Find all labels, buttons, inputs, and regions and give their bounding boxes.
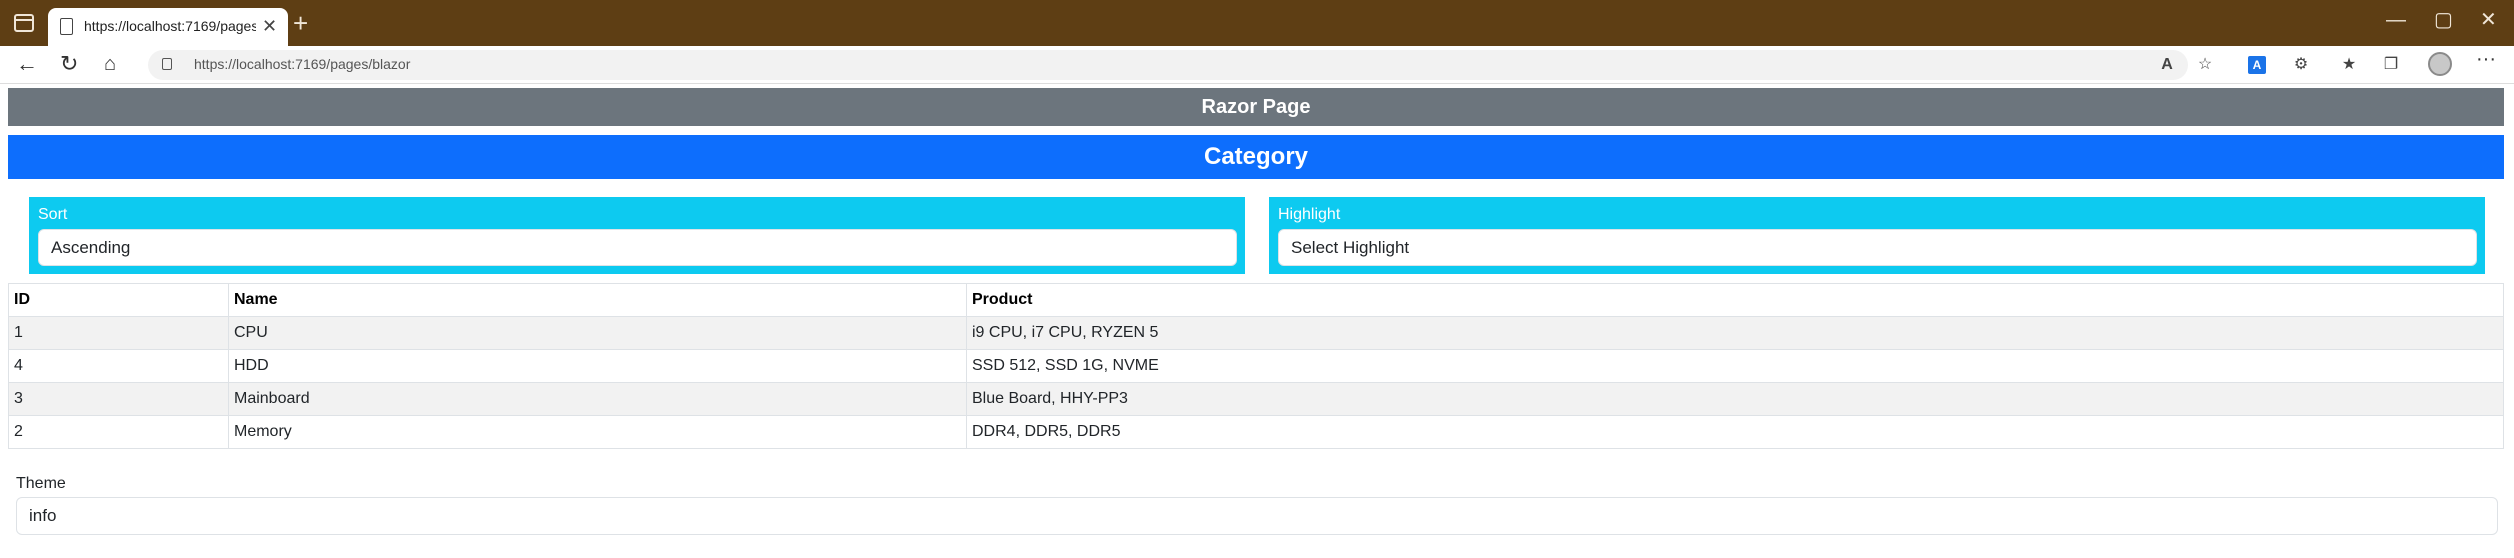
close-window-button[interactable]: ✕ [2480,6,2497,34]
theme-input[interactable]: info [16,497,2498,535]
highlight-label: Highlight [1278,206,1341,223]
cell-name: HDD [228,349,967,383]
browser-toolbar: ← ↻ ⌂ https://localhost:7169/pages/blazo… [0,46,2514,84]
minimize-button[interactable]: — [2386,6,2406,34]
highlight-panel: Highlight Select Highlight [1269,197,2485,274]
cell-id: 3 [8,382,229,416]
category-table: ID Name Product 1 CPU i9 CPU, i7 CPU, RY… [8,283,2504,449]
column-header-product: Product [966,283,2504,317]
cell-product: i9 CPU, i7 CPU, RYZEN 5 [966,316,2504,350]
cell-product: SSD 512, SSD 1G, NVME [966,349,2504,383]
home-icon[interactable]: ⌂ [104,50,116,78]
url-text[interactable]: https://localhost:7169/pages/blazor [194,56,410,72]
highlight-select[interactable]: Select Highlight [1278,229,2477,266]
collections-icon[interactable]: ❐ [2382,56,2400,74]
column-header-name: Name [228,283,967,317]
sort-select[interactable]: Ascending [38,229,1237,266]
maximize-button[interactable]: ▢ [2434,6,2453,34]
new-tab-button[interactable]: + [293,8,308,38]
table-row: 1 CPU i9 CPU, i7 CPU, RYZEN 5 [8,316,2504,350]
cell-product: Blue Board, HHY-PP3 [966,382,2504,416]
sort-panel: Sort Ascending [29,197,1245,274]
column-header-id: ID [8,283,229,317]
profile-icon[interactable] [2428,52,2452,76]
tab-title: https://localhost:7169/pages/bla [84,18,256,34]
table-header-row: ID Name Product [8,283,2504,317]
cell-id: 1 [8,316,229,350]
cell-name: Mainboard [228,382,967,416]
refresh-icon[interactable]: ↻ [60,50,78,78]
table-row: 2 Memory DDR4, DDR5, DDR5 [8,415,2504,449]
page-icon [60,18,73,35]
cell-product: DDR4, DDR5, DDR5 [966,415,2504,449]
cell-id: 2 [8,415,229,449]
sidebar-icon[interactable] [14,14,34,32]
more-icon[interactable]: ··· [2476,48,2496,71]
address-bar[interactable]: https://localhost:7169/pages/blazor [148,50,2188,80]
page-title: Category [8,135,2504,179]
lock-icon[interactable] [162,58,172,70]
translate-icon[interactable]: A [2248,56,2266,74]
cell-name: CPU [228,316,967,350]
favorites-icon[interactable]: ★ [2340,56,2358,74]
cell-id: 4 [8,349,229,383]
browser-tab[interactable]: https://localhost:7169/pages/bla ✕ [48,8,288,46]
read-aloud-icon[interactable]: A [2158,56,2176,74]
browser-titlebar: https://localhost:7169/pages/bla ✕ + — ▢… [0,0,2514,46]
back-icon[interactable]: ← [16,50,38,78]
page-header: Razor Page [8,88,2504,126]
favorite-add-icon[interactable]: ☆ [2196,56,2214,74]
theme-label: Theme [16,475,66,492]
tab-close-icon[interactable]: ✕ [262,14,277,38]
table-row: 3 Mainboard Blue Board, HHY-PP3 [8,382,2504,416]
table-row: 4 HDD SSD 512, SSD 1G, NVME [8,349,2504,383]
extensions-icon[interactable]: ⚙ [2292,56,2310,74]
cell-name: Memory [228,415,967,449]
sort-label: Sort [38,206,68,223]
